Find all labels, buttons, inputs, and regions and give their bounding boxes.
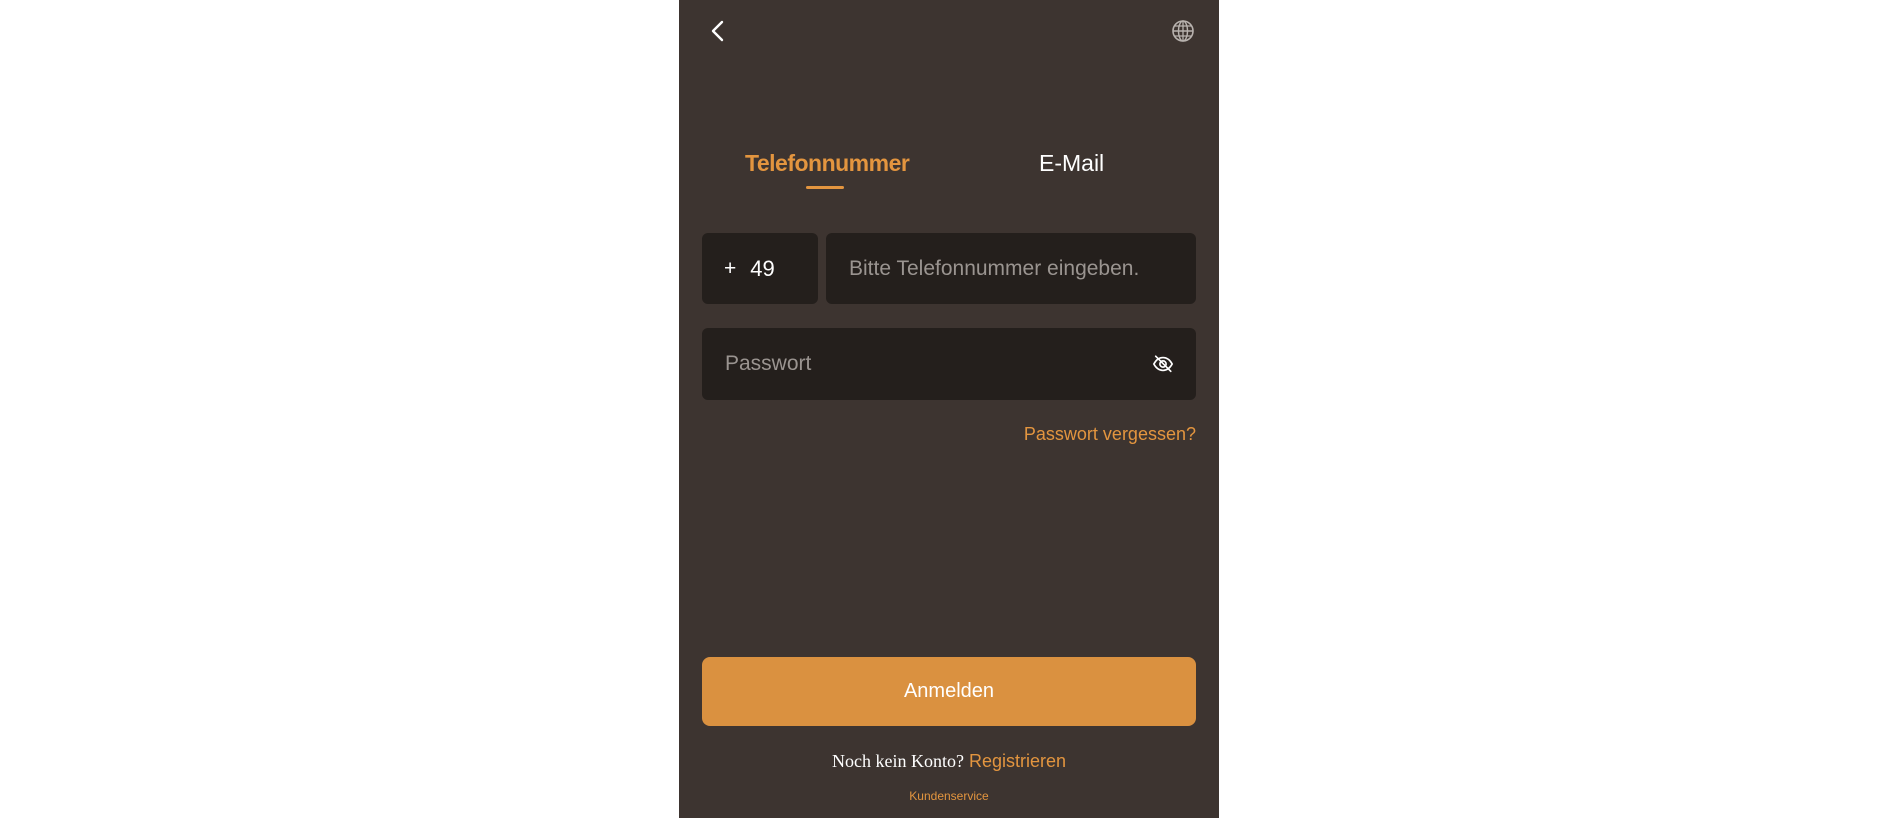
active-tab-indicator xyxy=(806,186,844,189)
customer-service-link[interactable]: Kundenservice xyxy=(679,789,1219,803)
chevron-left-icon xyxy=(711,20,724,42)
login-method-tabs: Telefonnummer E-Mail xyxy=(679,150,1219,198)
forgot-password-link[interactable]: Passwort vergessen? xyxy=(1024,424,1196,445)
country-code-selector[interactable]: + 49 xyxy=(702,233,818,304)
eye-off-icon[interactable] xyxy=(1152,353,1174,375)
back-button[interactable] xyxy=(703,16,733,46)
language-button[interactable] xyxy=(1169,17,1197,45)
phone-number-input[interactable] xyxy=(826,233,1196,304)
register-prompt: Noch kein Konto? Registrieren xyxy=(679,751,1219,772)
globe-icon xyxy=(1172,20,1194,42)
plus-sign: + xyxy=(724,256,737,280)
phone-field-container xyxy=(826,233,1196,304)
register-link[interactable]: Registrieren xyxy=(969,751,1066,771)
country-code-value: 49 xyxy=(750,255,775,281)
tab-phone-number[interactable]: Telefonnummer xyxy=(745,150,910,177)
tab-email[interactable]: E-Mail xyxy=(1039,150,1104,177)
login-screen: Telefonnummer E-Mail + 49 Passwort verge… xyxy=(679,0,1219,818)
password-field-container xyxy=(702,328,1196,400)
login-button[interactable]: Anmelden xyxy=(702,657,1196,726)
password-input[interactable] xyxy=(702,328,1196,400)
register-question: Noch kein Konto? xyxy=(831,751,964,771)
